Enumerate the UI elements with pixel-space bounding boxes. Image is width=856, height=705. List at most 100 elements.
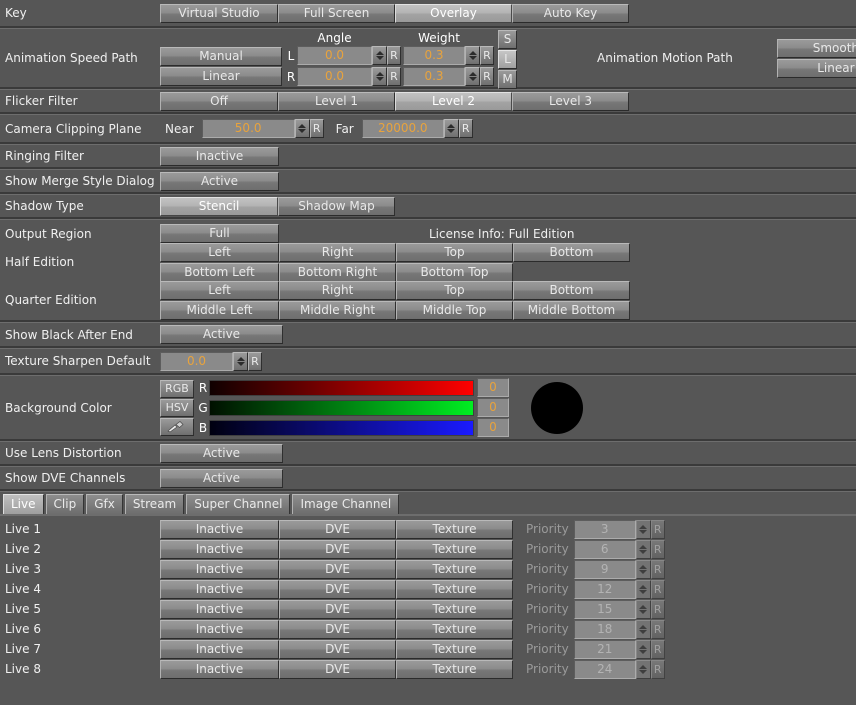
priority-reset-button[interactable]: R xyxy=(650,659,665,679)
quarter-edition-bottom-button[interactable]: Bottom xyxy=(513,280,630,300)
priority-stepper[interactable] xyxy=(635,599,651,619)
channel-state-toggle[interactable]: Inactive xyxy=(160,619,279,639)
channel-dve-button[interactable]: DVE xyxy=(279,519,396,539)
speed-path-mode-s-button[interactable]: S xyxy=(498,29,517,49)
flicker-option-level-3[interactable]: Level 3 xyxy=(512,91,629,111)
speed-path-mode-m-button[interactable]: M xyxy=(498,69,517,89)
half-edition-bottom-right-button[interactable]: Bottom Right xyxy=(279,262,396,282)
near-input[interactable]: 50.0 xyxy=(201,119,295,138)
near-reset-button[interactable]: R xyxy=(309,119,324,138)
color-value-g[interactable]: 0 xyxy=(477,398,509,417)
channel-state-toggle[interactable]: Inactive xyxy=(160,599,279,619)
color-slider-g[interactable] xyxy=(209,399,474,416)
channel-dve-button[interactable]: DVE xyxy=(279,579,396,599)
color-value-b[interactable]: 0 xyxy=(477,418,509,437)
motion-path-smooth-button[interactable]: Smooth xyxy=(776,38,856,58)
channel-state-toggle[interactable]: Inactive xyxy=(160,559,279,579)
priority-input[interactable]: 18 xyxy=(573,619,636,639)
priority-stepper[interactable] xyxy=(635,579,651,599)
key-option-virtual-studio[interactable]: Virtual Studio xyxy=(160,3,278,23)
priority-reset-button[interactable]: R xyxy=(650,619,665,639)
half-edition-right-button[interactable]: Right xyxy=(279,242,396,262)
shadow-type-stencil-button[interactable]: Stencil xyxy=(160,196,278,216)
near-stepper[interactable] xyxy=(294,119,310,138)
show-black-after-end-toggle[interactable]: Active xyxy=(160,325,283,344)
flicker-option-off[interactable]: Off xyxy=(160,91,278,111)
priority-reset-button[interactable]: R xyxy=(650,599,665,619)
angle-r-stepper[interactable] xyxy=(372,67,387,86)
tab-clip[interactable]: Clip xyxy=(45,494,85,514)
quarter-edition-middle-top-button[interactable]: Middle Top xyxy=(396,300,513,320)
channel-dve-button[interactable]: DVE xyxy=(279,559,396,579)
weight-r-input[interactable]: 0.3 xyxy=(403,67,465,86)
far-stepper[interactable] xyxy=(443,119,459,138)
half-edition-bottom-left-button[interactable]: Bottom Left xyxy=(160,262,279,282)
channel-state-toggle[interactable]: Inactive xyxy=(160,539,279,559)
tab-stream[interactable]: Stream xyxy=(124,494,185,514)
show-merge-style-dialog-toggle[interactable]: Active xyxy=(160,171,279,191)
priority-stepper[interactable] xyxy=(635,659,651,679)
channel-texture-button[interactable]: Texture xyxy=(396,619,513,639)
channel-texture-button[interactable]: Texture xyxy=(396,579,513,599)
channel-state-toggle[interactable]: Inactive xyxy=(160,519,279,539)
priority-stepper[interactable] xyxy=(635,539,651,559)
priority-reset-button[interactable]: R xyxy=(650,519,665,539)
priority-input[interactable]: 15 xyxy=(573,599,636,619)
angle-r-reset-button[interactable]: R xyxy=(387,67,401,86)
channel-texture-button[interactable]: Texture xyxy=(396,599,513,619)
quarter-edition-top-button[interactable]: Top xyxy=(396,280,513,300)
quarter-edition-right-button[interactable]: Right xyxy=(279,280,396,300)
channel-dve-button[interactable]: DVE xyxy=(279,539,396,559)
texture-sharpen-input[interactable]: 0.0 xyxy=(160,351,233,371)
tab-super-channel[interactable]: Super Channel xyxy=(186,494,291,514)
flicker-option-level-2[interactable]: Level 2 xyxy=(395,91,512,111)
speed-path-manual-button[interactable]: Manual xyxy=(160,46,282,66)
color-mode-rgb-button[interactable]: RGB xyxy=(160,379,194,398)
shadow-type-shadow-map-button[interactable]: Shadow Map xyxy=(278,196,395,216)
channel-texture-button[interactable]: Texture xyxy=(396,539,513,559)
color-value-r[interactable]: 0 xyxy=(477,378,509,397)
channel-dve-button[interactable]: DVE xyxy=(279,619,396,639)
key-option-full-screen[interactable]: Full Screen xyxy=(278,3,395,23)
priority-input[interactable]: 21 xyxy=(573,639,636,659)
priority-reset-button[interactable]: R xyxy=(650,539,665,559)
half-edition-bottom-top-button[interactable]: Bottom Top xyxy=(396,262,513,282)
priority-reset-button[interactable]: R xyxy=(650,579,665,599)
color-preview-swatch[interactable] xyxy=(531,381,583,434)
use-lens-distortion-toggle[interactable]: Active xyxy=(160,443,283,463)
show-dve-channels-toggle[interactable]: Active xyxy=(160,468,283,488)
angle-r-input[interactable]: 0.0 xyxy=(297,67,372,86)
weight-l-stepper[interactable] xyxy=(465,46,480,65)
speed-path-linear-button[interactable]: Linear xyxy=(160,66,282,86)
quarter-edition-left-button[interactable]: Left xyxy=(160,280,279,300)
quarter-edition-middle-bottom-button[interactable]: Middle Bottom xyxy=(513,300,630,320)
quarter-edition-middle-right-button[interactable]: Middle Right xyxy=(279,300,396,320)
angle-l-input[interactable]: 0.0 xyxy=(297,46,372,65)
priority-stepper[interactable] xyxy=(635,619,651,639)
half-edition-left-button[interactable]: Left xyxy=(160,242,279,262)
priority-input[interactable]: 3 xyxy=(573,519,636,539)
flicker-option-level-1[interactable]: Level 1 xyxy=(278,91,395,111)
half-edition-top-button[interactable]: Top xyxy=(396,242,513,262)
channel-dve-button[interactable]: DVE xyxy=(279,599,396,619)
weight-l-reset-button[interactable]: R xyxy=(480,46,494,65)
channel-state-toggle[interactable]: Inactive xyxy=(160,579,279,599)
priority-input[interactable]: 6 xyxy=(573,539,636,559)
ringing-filter-toggle[interactable]: Inactive xyxy=(160,146,279,166)
priority-stepper[interactable] xyxy=(635,639,651,659)
key-option-auto-key[interactable]: Auto Key xyxy=(512,3,629,23)
priority-reset-button[interactable]: R xyxy=(650,559,665,579)
tab-gfx[interactable]: Gfx xyxy=(86,494,123,514)
channel-texture-button[interactable]: Texture xyxy=(396,559,513,579)
texture-sharpen-stepper[interactable] xyxy=(233,351,248,371)
quarter-edition-middle-left-button[interactable]: Middle Left xyxy=(160,300,279,320)
priority-input[interactable]: 12 xyxy=(573,579,636,599)
priority-stepper[interactable] xyxy=(635,519,651,539)
color-mode-hsv-button[interactable]: HSV xyxy=(160,398,194,417)
texture-sharpen-reset-button[interactable]: R xyxy=(248,351,262,371)
far-input[interactable]: 20000.0 xyxy=(361,119,444,138)
channel-texture-button[interactable]: Texture xyxy=(396,659,513,679)
priority-reset-button[interactable]: R xyxy=(650,639,665,659)
tab-live[interactable]: Live xyxy=(3,494,44,514)
angle-l-stepper[interactable] xyxy=(372,46,387,65)
